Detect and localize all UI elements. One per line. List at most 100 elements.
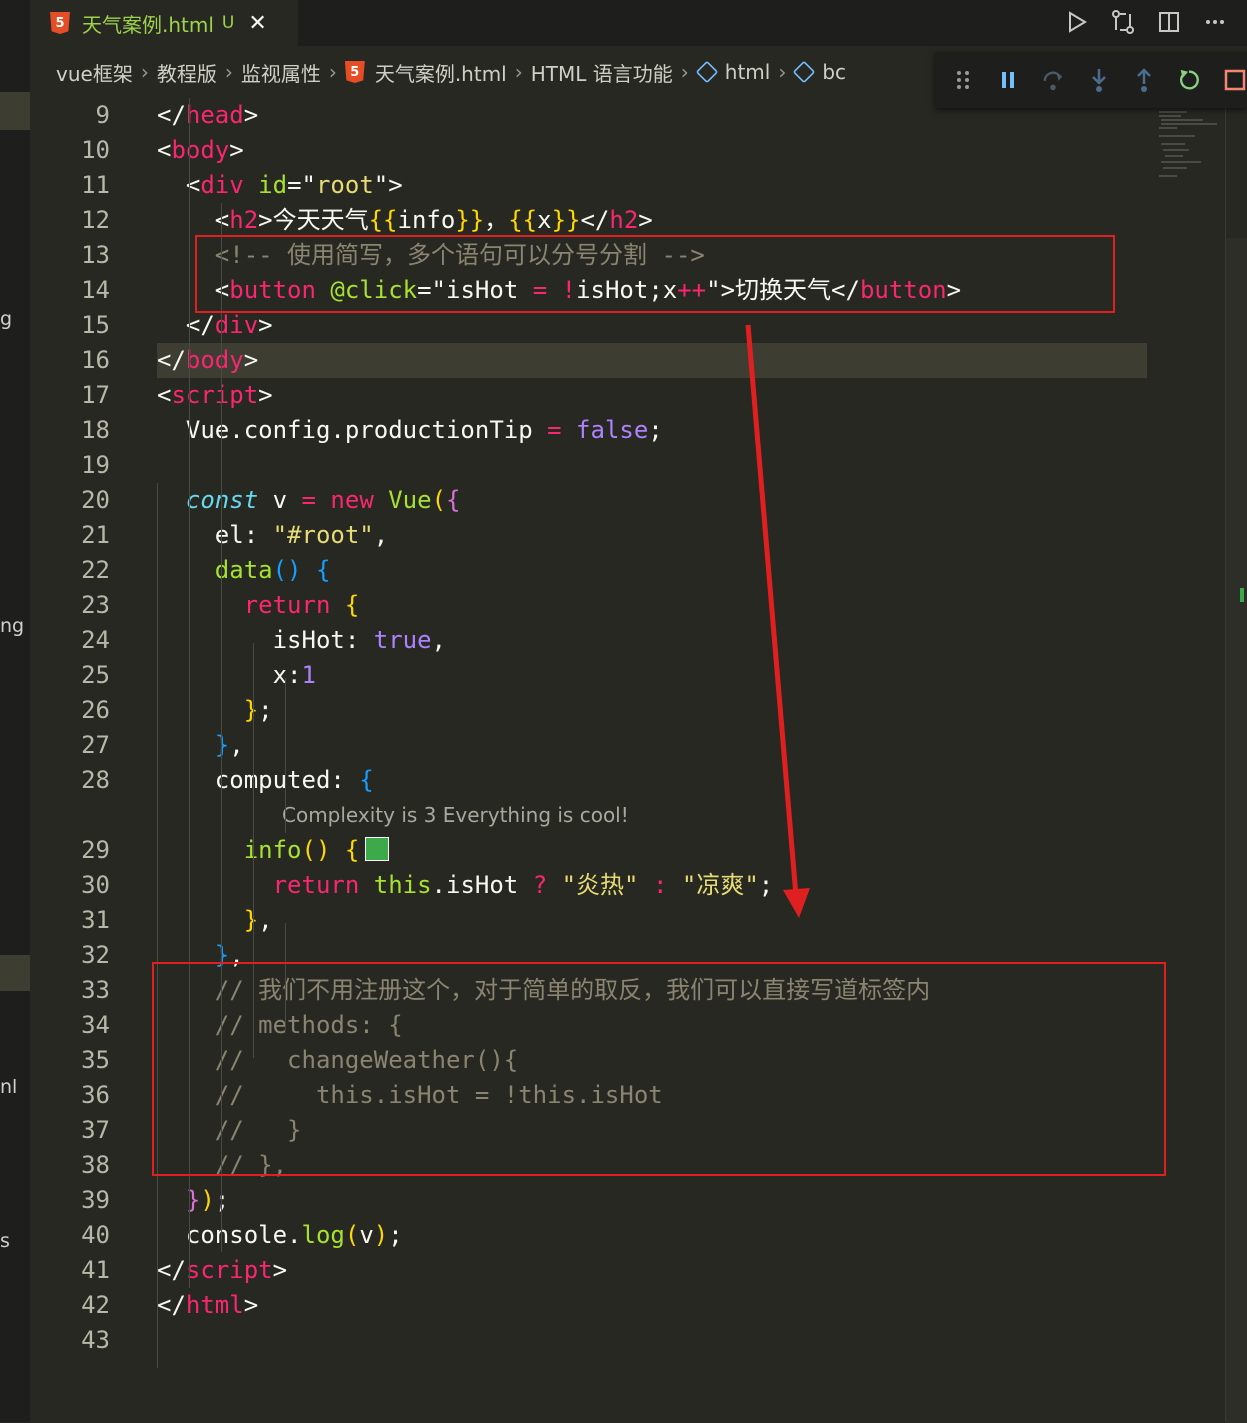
line-number: 23 bbox=[81, 591, 110, 619]
vertical-scrollbar[interactable] bbox=[1225, 92, 1247, 1423]
code-token: > bbox=[946, 276, 962, 304]
code-token: {{ bbox=[368, 206, 398, 234]
line-number: 19 bbox=[81, 451, 110, 479]
code-line[interactable]: <script> bbox=[157, 378, 273, 413]
code-line[interactable]: Vue.config.productionTip = false; bbox=[157, 413, 663, 448]
pause-icon[interactable] bbox=[996, 67, 1019, 93]
code-line[interactable]: <div id="root"> bbox=[157, 168, 403, 203]
code-token: ) bbox=[373, 1221, 389, 1249]
compare-changes-icon[interactable] bbox=[1109, 8, 1137, 36]
breadcrumb-symbol-body[interactable]: bc bbox=[793, 60, 846, 84]
code-line[interactable]: data() { bbox=[157, 553, 331, 588]
code-line[interactable]: </html> bbox=[157, 1288, 258, 1323]
code-line[interactable]: // this.isHot = !this.isHot bbox=[157, 1078, 663, 1113]
line-number: 20 bbox=[81, 486, 110, 514]
code-line[interactable]: isHot: true, bbox=[157, 623, 446, 658]
breadcrumb-folder-tutorial[interactable]: 教程版 bbox=[157, 58, 217, 87]
stop-icon[interactable] bbox=[1223, 67, 1247, 93]
breadcrumb-folder-watch[interactable]: 监视属性 bbox=[241, 58, 321, 87]
current-line-highlight bbox=[157, 343, 1147, 378]
more-actions-icon[interactable] bbox=[1201, 8, 1229, 36]
cube-icon bbox=[695, 60, 719, 84]
line-number: 43 bbox=[81, 1326, 110, 1354]
code-line[interactable]: // }, bbox=[157, 1148, 287, 1183]
code-line[interactable]: }; bbox=[157, 693, 273, 728]
code-token: > bbox=[243, 1291, 259, 1319]
split-editor-icon[interactable] bbox=[1155, 8, 1183, 36]
code-token: ! bbox=[561, 276, 577, 304]
line-number: 37 bbox=[81, 1116, 110, 1144]
line-number: 30 bbox=[81, 871, 110, 899]
editor-tab[interactable]: 5 天气案例.html U ✕ bbox=[30, 0, 298, 46]
cube-icon bbox=[793, 60, 816, 84]
code-line[interactable]: console.log(v); bbox=[157, 1218, 403, 1253]
code-token: button bbox=[859, 276, 947, 304]
code-line[interactable]: <!-- 使用简写，多个语句可以分号分割 --> bbox=[157, 238, 705, 273]
step-over-icon[interactable] bbox=[1041, 67, 1065, 93]
code-line[interactable]: // 我们不用注册这个，对于简单的取反，我们可以直接写道标签内 bbox=[157, 973, 930, 1008]
code-line[interactable]: }, bbox=[157, 728, 244, 763]
code-line[interactable]: const v = new Vue({ bbox=[157, 483, 461, 518]
code-line[interactable]: </head> bbox=[157, 98, 258, 133]
code-token: return bbox=[272, 871, 360, 899]
line-number: 29 bbox=[81, 836, 110, 864]
html5-file-icon: 5 bbox=[50, 12, 70, 34]
line-number: 31 bbox=[81, 906, 110, 934]
breadcrumb-symbol-html[interactable]: html bbox=[695, 60, 770, 84]
code-editor[interactable]: 9 </head> 10 <body> 11 <div id="root"> 12 <h2… bbox=[0, 92, 1225, 1422]
line-number: 12 bbox=[81, 206, 110, 234]
code-line[interactable]: <button @click="isHot = !isHot;x++">切换天气… bbox=[157, 273, 961, 308]
code-token: "凉爽" bbox=[681, 871, 759, 899]
code-line[interactable]: el: "#root", bbox=[157, 518, 388, 553]
code-token: // methods: { bbox=[157, 1011, 403, 1039]
code-token: > bbox=[229, 136, 244, 164]
code-lens[interactable]: Complexity is 3 Everything is cool! bbox=[282, 798, 629, 833]
code-line[interactable]: return this.isHot ? "炎热" : "凉爽"; bbox=[157, 868, 774, 903]
code-token: "炎热" bbox=[561, 871, 639, 899]
step-into-icon[interactable] bbox=[1087, 67, 1110, 93]
line-number: 18 bbox=[81, 416, 110, 444]
code-line[interactable]: }, bbox=[157, 903, 273, 938]
code-line[interactable]: info() { bbox=[157, 833, 390, 868]
code-token: </ bbox=[157, 1256, 186, 1284]
code-line[interactable]: }, bbox=[157, 938, 244, 973]
code-line[interactable]: <body> bbox=[157, 133, 244, 168]
code-token: , bbox=[229, 941, 244, 969]
step-out-icon[interactable] bbox=[1132, 67, 1155, 93]
code-line[interactable]: </body> bbox=[157, 343, 258, 378]
code-line[interactable]: </div> bbox=[157, 308, 273, 343]
code-token: // }, bbox=[157, 1151, 288, 1179]
code-line[interactable]: return { bbox=[157, 588, 360, 623]
code-line[interactable]: }); bbox=[157, 1183, 229, 1218]
breadcrumb-file[interactable]: 5 天气案例.html bbox=[344, 58, 507, 87]
close-icon[interactable]: ✕ bbox=[248, 11, 266, 36]
restart-icon[interactable] bbox=[1177, 67, 1201, 93]
code-line[interactable]: // } bbox=[157, 1113, 302, 1148]
breadcrumb-folder-vue[interactable]: vue框架 bbox=[56, 58, 133, 87]
code-line[interactable]: // changeWeather(){ bbox=[157, 1043, 518, 1078]
run-icon[interactable] bbox=[1063, 8, 1091, 36]
line-number: 40 bbox=[81, 1221, 110, 1249]
breadcrumb-language[interactable]: HTML 语言功能 bbox=[531, 58, 673, 87]
code-token: ; bbox=[648, 416, 663, 444]
code-line[interactable]: x:1 bbox=[157, 658, 316, 693]
code-line[interactable]: <h2>今天天气{{info}}，{{x}}</h2> bbox=[157, 203, 653, 238]
code-token: =" bbox=[417, 276, 447, 304]
color-swatch[interactable] bbox=[365, 837, 390, 861]
code-line[interactable]: </script> bbox=[157, 1253, 287, 1288]
code-line[interactable]: // methods: { bbox=[157, 1008, 403, 1043]
code-token: .isHot bbox=[431, 871, 533, 899]
code-token: data bbox=[214, 556, 273, 584]
scrollbar-thumb[interactable] bbox=[1226, 238, 1247, 1423]
code-token: body bbox=[185, 346, 244, 374]
drag-handle-icon[interactable] bbox=[951, 67, 974, 93]
